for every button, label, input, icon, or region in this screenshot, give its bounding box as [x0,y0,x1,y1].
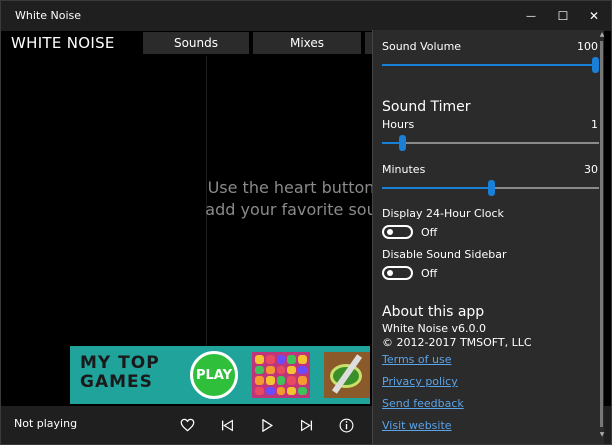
copyright-text: © 2012-2017 TMSOFT, LLC [382,336,532,349]
heart-icon [180,418,194,432]
close-button[interactable]: ✕ [577,1,611,31]
ad-title-line-2: Games [80,372,153,392]
hint-line-2: add your favorite sou [205,200,377,219]
play-button[interactable] [255,413,279,437]
minutes-slider[interactable] [382,180,599,196]
maximize-button[interactable]: ☐ [546,1,580,31]
disable-sidebar-toggle[interactable] [382,266,413,280]
ad-fruit-image [324,352,370,398]
settings-flyout: Sound Volume 100 Sound Timer Hours 1 Min… [372,30,604,444]
sound-volume-slider[interactable] [382,57,599,73]
empty-favorites-hint: Use the heart button add your favorite s… [201,177,381,221]
clock-24h-state: Off [421,226,438,239]
toggle-knob [387,270,393,276]
scroll-down-icon[interactable]: ▼ [598,431,606,439]
slider-thumb[interactable] [399,135,406,151]
about-heading: About this app [382,304,485,320]
sound-volume-label: Sound Volume [382,40,462,53]
hours-slider[interactable] [382,135,599,151]
visit-website-link[interactable]: Visit website [382,419,452,432]
app-version: White Noise v6.0.0 [382,322,486,335]
send-feedback-link[interactable]: Send feedback [382,397,464,410]
minutes-value: 30 [584,163,598,176]
slider-fill [382,187,491,189]
previous-button[interactable] [215,413,239,437]
sound-timer-heading: Sound Timer [382,99,471,115]
hours-label: Hours [382,118,415,131]
maximize-icon: ☐ [557,9,569,23]
ad-gems-image [252,352,310,398]
hint-line-1: Use the heart button [207,178,375,197]
favorite-button[interactable] [175,413,199,437]
slider-fill [382,64,599,66]
ad-title-line-1: My Top [80,353,160,373]
title-bar[interactable]: White Noise — ☐ ✕ [1,1,611,31]
ad-title: My Top Games [80,354,190,392]
window-title: White Noise [15,9,81,22]
clock-24h-toggle[interactable] [382,225,413,239]
toggle-knob [387,229,393,235]
info-button[interactable] [334,413,358,437]
now-playing-status: Not playing [14,417,78,430]
close-icon: ✕ [588,9,600,23]
minimize-icon: — [526,10,536,22]
minutes-label: Minutes [382,163,426,176]
terms-of-use-link[interactable]: Terms of use [382,353,451,366]
tab-sounds[interactable]: Sounds [143,32,249,54]
tab-mixes[interactable]: Mixes [253,32,361,54]
slider-thumb[interactable] [488,180,495,196]
scroll-up-icon[interactable]: ▲ [598,31,606,39]
info-icon [339,418,353,432]
scroll-thumb[interactable] [600,41,603,427]
ad-banner[interactable]: My Top Games PLAY [70,346,370,404]
minimize-button[interactable]: — [514,1,548,31]
app-brand: WHITE NOISE [11,34,115,52]
clock-24h-label: Display 24-Hour Clock [382,207,504,220]
sound-volume-value: 100 [577,40,598,53]
disable-sidebar-state: Off [421,267,438,280]
play-icon [262,418,273,432]
next-button[interactable] [294,413,318,437]
app-window: White Noise — ☐ ✕ WHITE NOISE Sounds Mix… [0,0,612,445]
skip-next-icon [300,419,312,431]
skip-previous-icon [221,419,233,431]
ad-play-button[interactable]: PLAY [190,351,238,399]
hours-value: 1 [591,118,598,131]
disable-sidebar-label: Disable Sound Sidebar [382,248,507,261]
flyout-scrollbar[interactable]: ▲ ▼ [598,31,606,441]
privacy-policy-link[interactable]: Privacy policy [382,375,458,388]
